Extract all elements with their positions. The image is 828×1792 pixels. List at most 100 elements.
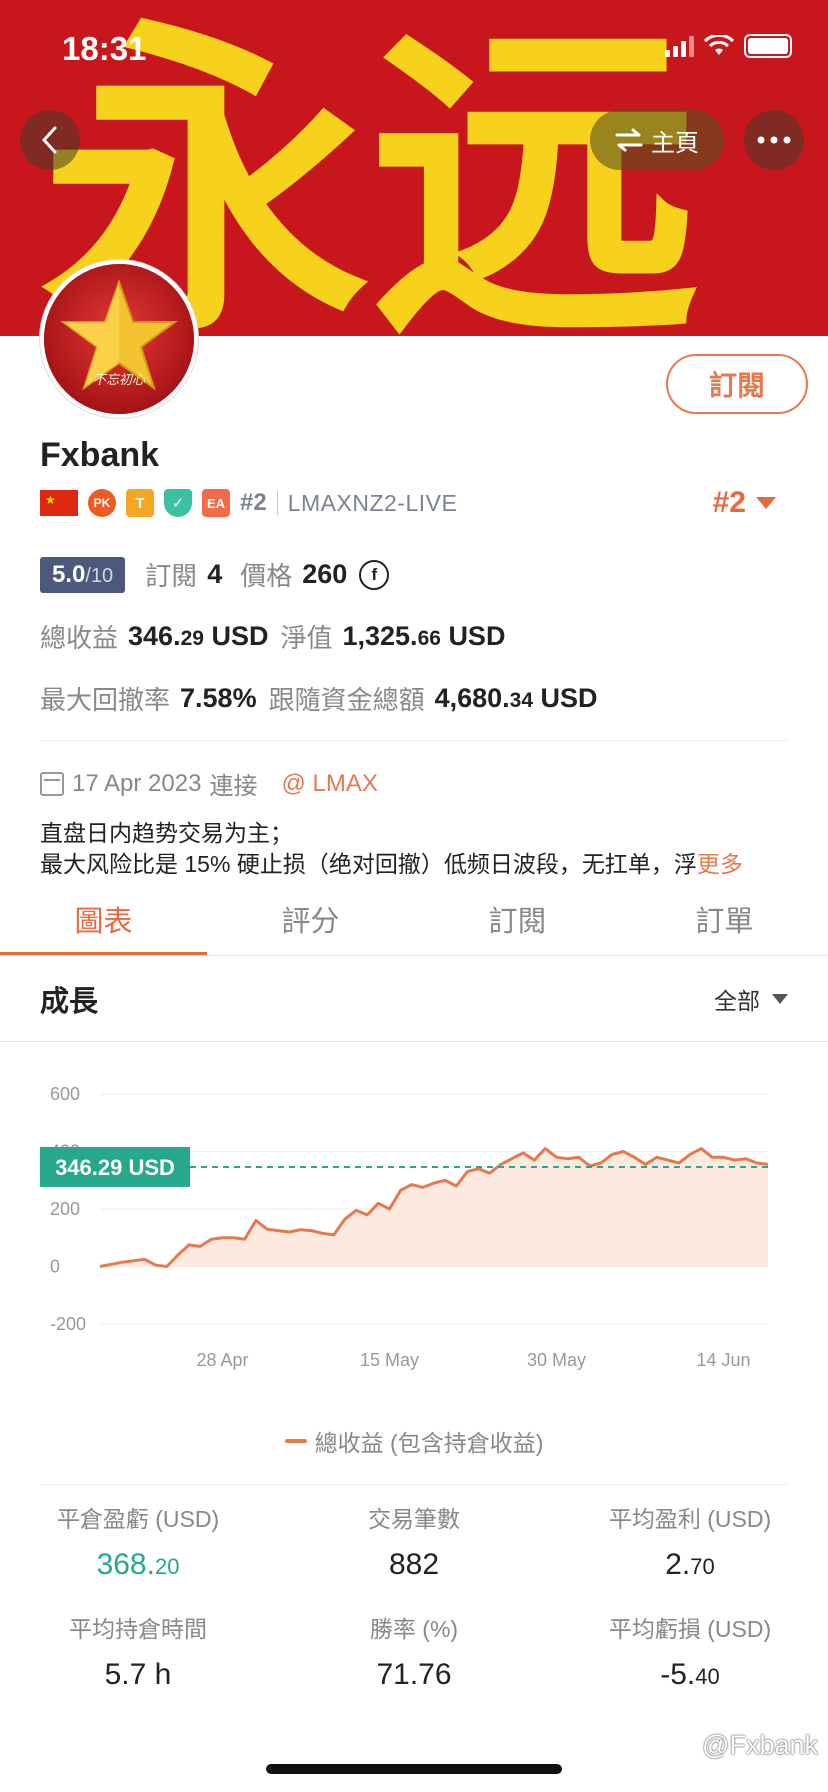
subscribers-count: 4: [207, 559, 223, 589]
cellular-signal-icon: [665, 35, 694, 57]
tab-subscribe[interactable]: 訂閱: [414, 880, 621, 956]
x-tick-label: 30 May: [527, 1350, 586, 1370]
badge-separator: [276, 491, 278, 515]
caret-down-icon: [756, 497, 776, 509]
pk-badge: PK: [88, 489, 116, 517]
watermark: @Fxbank: [702, 1730, 818, 1760]
follow-funds-value: 4,680.34 USD: [434, 683, 598, 713]
stat-value: 71.76: [376, 1658, 452, 1691]
battery-icon: [744, 34, 792, 58]
stat-value: 882: [388, 1548, 440, 1581]
status-time: 18:31: [62, 30, 147, 67]
strategy-description: 直盘日内趋势交易为主； 最大风险比是 15% 硬止损（绝对回撤）低频日波段，无扛…: [40, 818, 800, 880]
y-tick-label: 0: [50, 1257, 60, 1277]
tab-orders[interactable]: 訂單: [621, 880, 828, 956]
tab-bar: 圖表 評分 訂閱 訂單: [0, 880, 828, 956]
more-button[interactable]: [744, 110, 804, 170]
range-value: 全部: [714, 987, 760, 1014]
total-profit-label: 總收益: [40, 623, 119, 653]
price-value: 260: [302, 559, 348, 589]
home-switch-button[interactable]: 主頁: [590, 110, 724, 170]
follow-funds-label: 跟隨資金總額: [268, 685, 425, 715]
x-tick-label: 28 Apr: [196, 1350, 248, 1370]
max-drawdown-label: 最大回撤率: [40, 685, 171, 715]
avatar-caption: 不忘初心: [92, 372, 145, 387]
equity-label: 淨值: [280, 623, 333, 653]
verified-shield-icon: ✓: [164, 489, 192, 517]
rank-label: #2: [240, 489, 267, 516]
ea-badge: EA: [202, 489, 230, 517]
max-drawdown-value: 7.58%: [180, 683, 257, 713]
stat-avg-loss: 平均虧損 (USD) -5.40: [552, 1610, 828, 1692]
status-bar: 18:31: [0, 0, 828, 100]
divider: [40, 740, 788, 741]
stat-label: 平均持倉時間: [69, 1616, 207, 1642]
stat-value: 368.20: [96, 1548, 180, 1581]
stat-value: 5.7 h: [104, 1658, 172, 1691]
broker-server: LMAXNZ2-LIVE: [287, 489, 458, 516]
stat-label: 交易筆數: [368, 1506, 460, 1532]
rank-value: #2: [712, 486, 746, 519]
profit-row: 總收益 346.29 USD 淨值 1,325.66 USD: [40, 618, 517, 655]
y-tick-label: 200: [50, 1199, 80, 1219]
connection-row: 17 Apr 2023 連接 @ LMAX: [40, 766, 378, 801]
tab-chart[interactable]: 圖表: [0, 880, 207, 956]
coin-icon: f: [359, 559, 390, 590]
stat-label: 平均盈利 (USD): [608, 1506, 772, 1532]
swap-arrows-icon: [615, 128, 643, 152]
wifi-icon: [704, 35, 734, 55]
red-star-icon: [44, 264, 194, 414]
legend-swatch: [284, 1439, 307, 1443]
caret-down-icon: [772, 993, 788, 1004]
score-badge: 5.0/10: [40, 556, 126, 593]
total-profit-value: 346.29 USD: [128, 621, 269, 651]
x-tick-label: 14 Jun: [696, 1350, 750, 1370]
home-indicator[interactable]: [266, 1764, 562, 1774]
connection-label: 連接: [209, 773, 258, 800]
current-value-label: 346.29 USD: [55, 1155, 175, 1180]
stat-label: 平均虧損 (USD): [608, 1616, 772, 1642]
drawdown-row: 最大回撤率 7.58% 跟隨資金總額 4,680.34 USD: [40, 680, 610, 717]
status-icons: [665, 34, 792, 58]
score-row: 5.0/10 訂閱 4 價格 260 f: [40, 556, 390, 593]
chevron-left-icon: [41, 126, 57, 154]
stat-win-rate: 勝率 (%) 71.76: [276, 1610, 552, 1692]
x-tick-label: 15 May: [360, 1350, 419, 1370]
subscribe-button[interactable]: 訂閱: [666, 354, 808, 414]
equity-value: 1,325.66 USD: [342, 621, 506, 651]
y-tick-label: 600: [50, 1084, 80, 1104]
stat-value: 2.70: [665, 1548, 715, 1581]
connection-date: 17 Apr 2023: [72, 769, 202, 797]
divider: [40, 1484, 788, 1485]
stat-avg-profit: 平均盈利 (USD) 2.70: [552, 1500, 828, 1582]
back-button[interactable]: [20, 110, 80, 170]
stat-label: 平倉盈虧 (USD): [56, 1506, 220, 1532]
t-badge: T: [126, 489, 154, 517]
calendar-icon: [40, 771, 64, 796]
description-line-1: 直盘日内趋势交易为主；: [40, 820, 293, 846]
more-link[interactable]: 更多: [697, 851, 743, 877]
home-label: 主頁: [651, 129, 699, 157]
description-line-2: 最大风险比是 15% 硬止损（绝对回撤）低频日波段，无扛单，浮更多: [40, 851, 743, 877]
stat-closed-pnl: 平倉盈虧 (USD) 368.20: [0, 1500, 276, 1582]
badge-row: ★ PK T ✓ EA #2 LMAXNZ2-LIVE: [40, 488, 457, 518]
growth-header: 成長 全部: [0, 956, 828, 1042]
price-label: 價格: [240, 561, 293, 591]
stat-value: -5.40: [660, 1658, 720, 1691]
tab-rating[interactable]: 評分: [207, 880, 414, 956]
china-flag-icon: ★: [40, 490, 78, 516]
growth-title: 成長: [40, 985, 99, 1018]
growth-chart[interactable]: 6004002000-20028 Apr15 May30 May14 Jun34…: [0, 1050, 828, 1390]
subscribers-label: 訂閱: [145, 561, 198, 591]
legend-label: 總收益 (包含持倉收益): [314, 1430, 544, 1456]
rank-dropdown[interactable]: #2: [713, 486, 776, 520]
range-select[interactable]: 全部: [714, 982, 788, 1016]
chart-legend: 總收益 (包含持倉收益): [0, 1424, 828, 1458]
stat-avg-hold-time: 平均持倉時間 5.7 h: [0, 1610, 276, 1692]
avatar[interactable]: 不忘初心: [40, 260, 198, 418]
broker-link[interactable]: @ LMAX: [281, 770, 377, 798]
ellipsis-icon: [757, 136, 791, 144]
trader-name: Fxbank: [40, 436, 160, 474]
y-tick-label: -200: [50, 1314, 86, 1334]
stat-label: 勝率 (%): [369, 1616, 459, 1642]
